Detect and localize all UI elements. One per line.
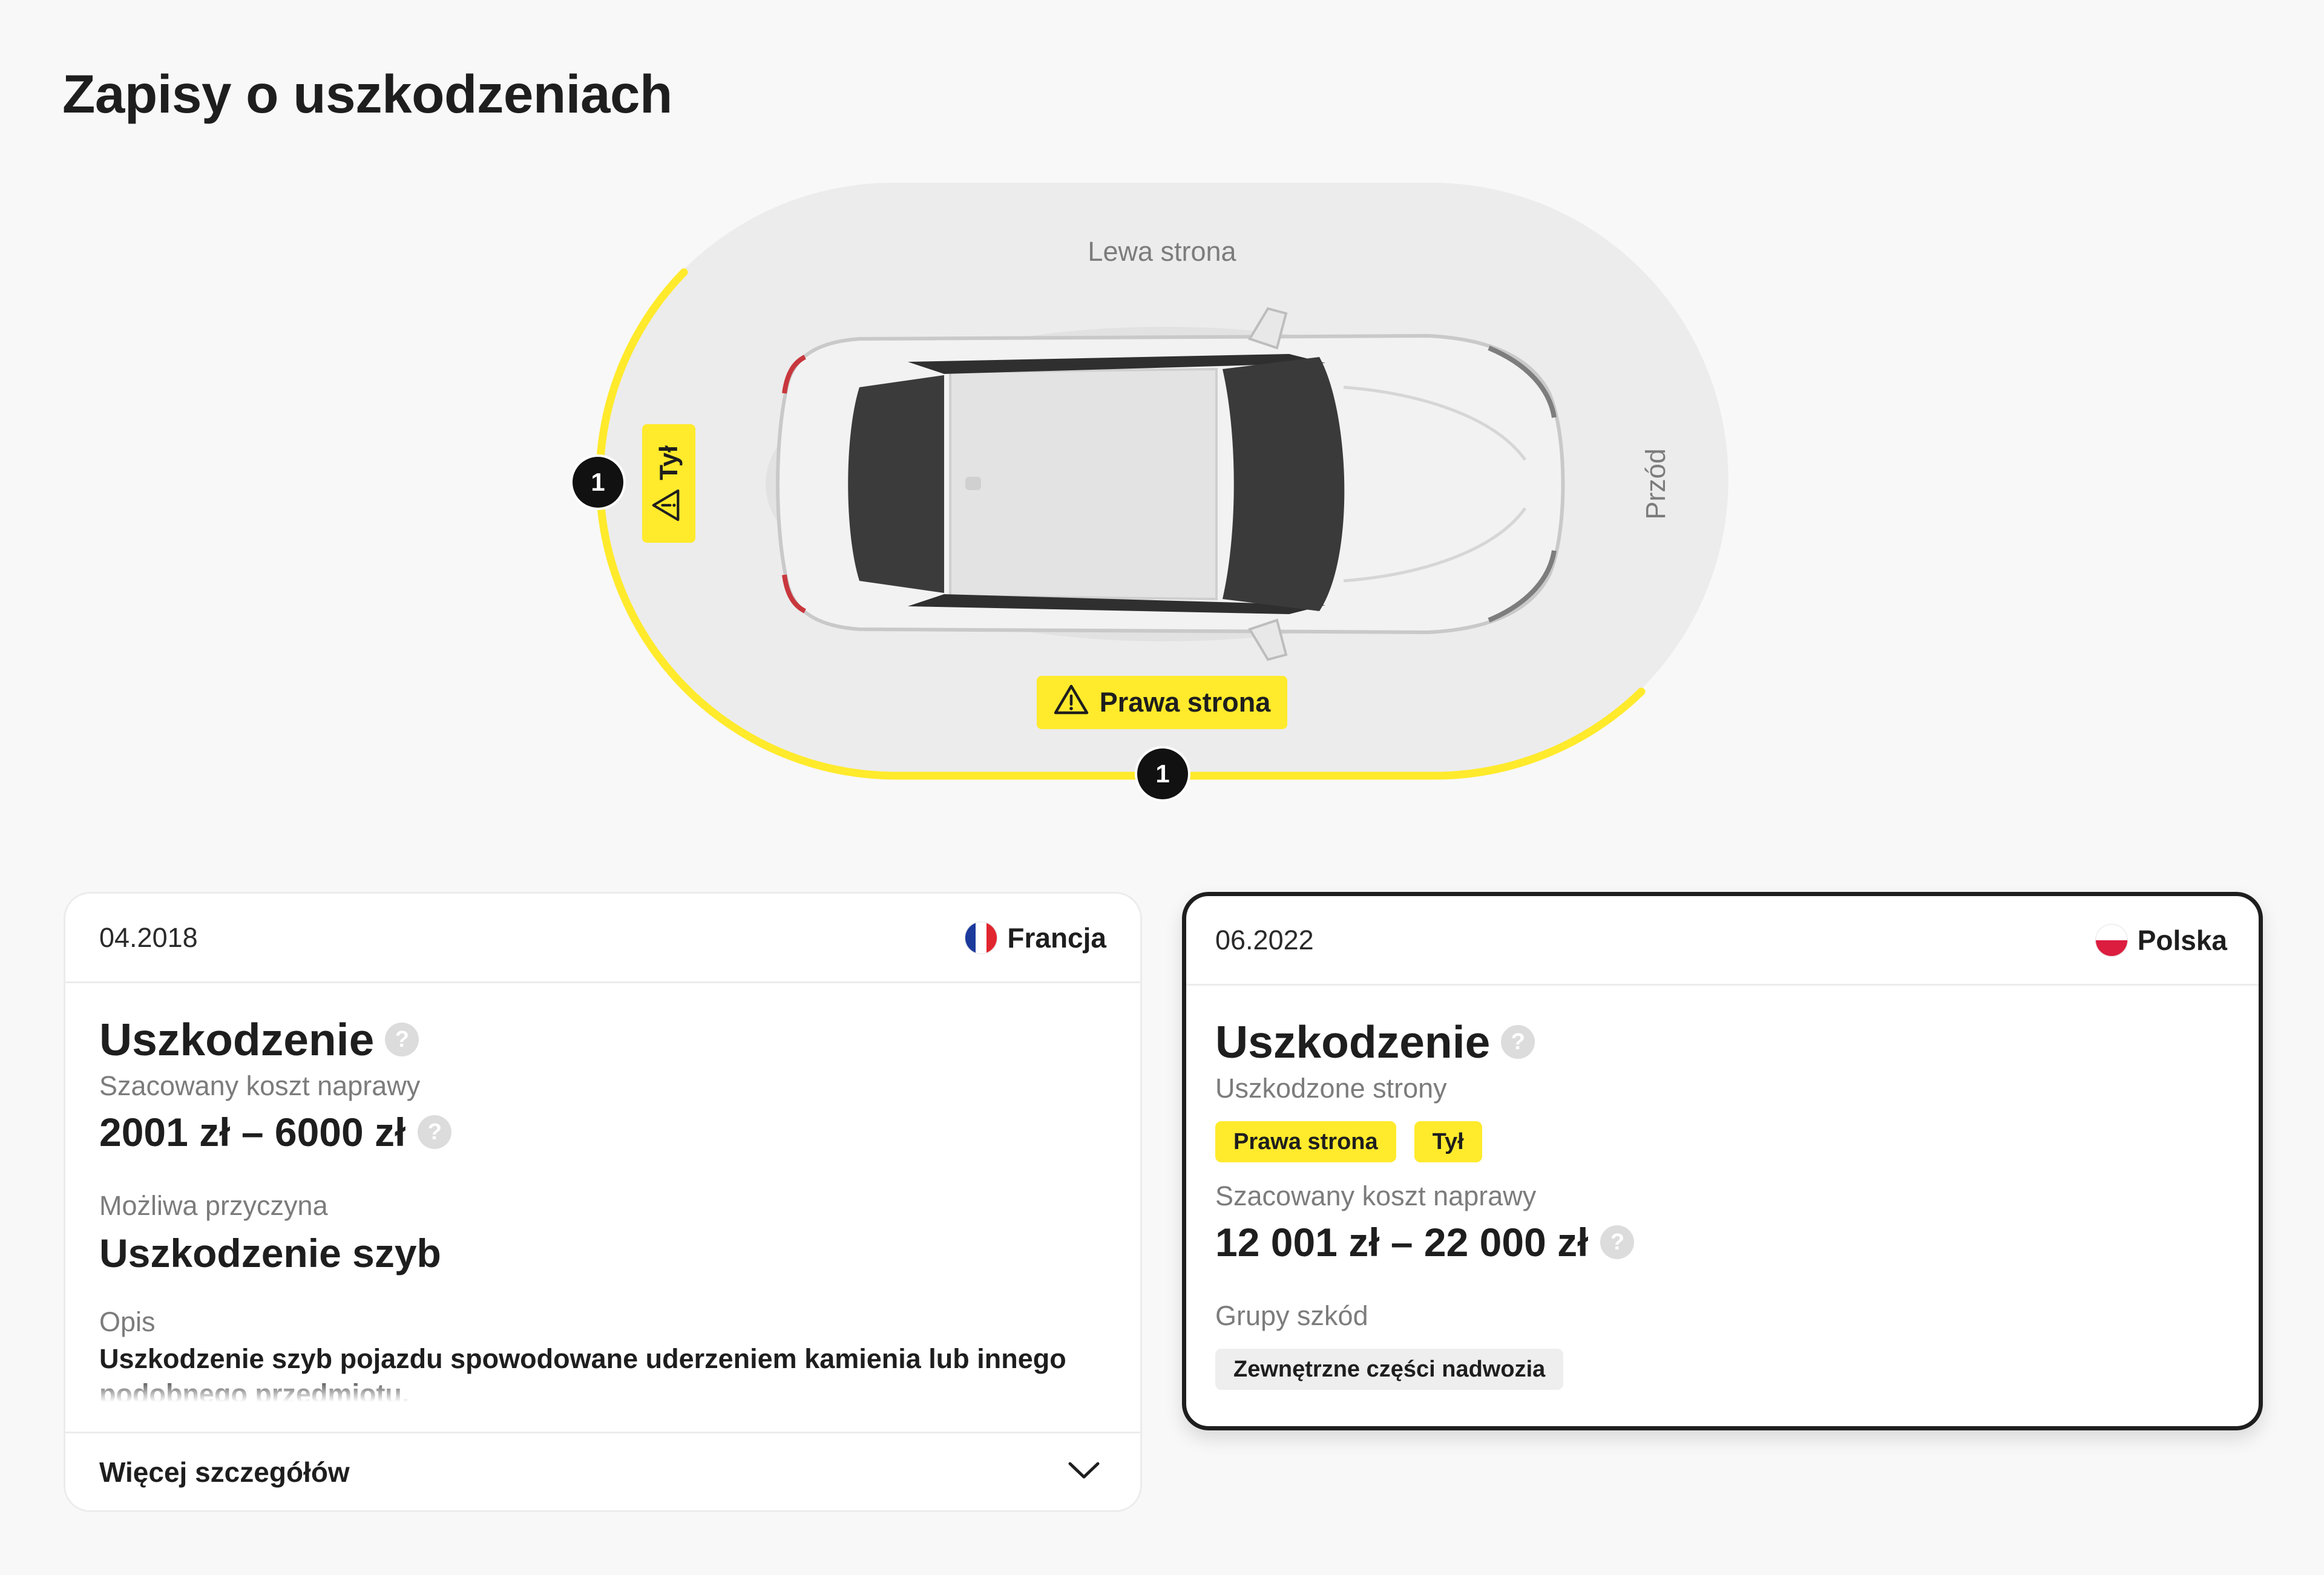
warning-icon	[651, 489, 686, 522]
damage-diagram: Lewa strona Przód Prawa strona Tył 1 1	[0, 0, 2324, 847]
help-icon[interactable]: ?	[385, 1023, 419, 1056]
card-header: 04.2018 Francja	[65, 894, 1140, 983]
flag-poland-icon	[2095, 923, 2128, 957]
description-text: Uszkodzenie szyb pojazdu spowodowane ude…	[99, 1343, 1066, 1402]
flag-france-icon	[965, 921, 998, 954]
damaged-sides-list: Prawa strona Tył	[1215, 1121, 1482, 1162]
description-label: Opis	[99, 1306, 156, 1337]
record-date: 04.2018	[99, 922, 198, 953]
right-side-damage-tag[interactable]: Prawa strona	[1037, 676, 1287, 729]
damaged-sides-label: Uszkodzone strony	[1215, 1073, 1447, 1104]
rear-damage-count-badge: 1	[570, 454, 626, 510]
country-name: Polska	[2137, 924, 2227, 956]
record-title-row: Uszkodzenie ?	[1215, 1016, 1535, 1068]
country-name: Francja	[1007, 922, 1106, 954]
cause-label: Możliwa przyczyna	[99, 1190, 328, 1221]
cost-value: 12 001 zł – 22 000 zł	[1215, 1220, 1589, 1265]
rear-damage-tag[interactable]: Tył	[642, 424, 695, 543]
record-title-row: Uszkodzenie ?	[99, 1013, 419, 1066]
record-title: Uszkodzenie	[1215, 1017, 1491, 1067]
right-side-damage-count-badge: 1	[1135, 746, 1190, 802]
record-date: 06.2022	[1215, 924, 1314, 955]
record-country: Francja	[965, 921, 1106, 954]
damage-groups-label: Grupy szkód	[1215, 1300, 1368, 1331]
cost-value-row: 2001 zł – 6000 zł ?	[99, 1109, 452, 1155]
help-icon[interactable]: ?	[1501, 1025, 1535, 1059]
help-icon[interactable]: ?	[1600, 1225, 1635, 1259]
cost-value-row: 12 001 zł – 22 000 zł ?	[1215, 1219, 1635, 1265]
record-title: Uszkodzenie	[99, 1014, 375, 1065]
cause-value: Uszkodzenie szyb	[99, 1231, 441, 1275]
more-details-label: Więcej szczegółów	[99, 1456, 350, 1488]
damage-record-card-selected[interactable]: 06.2022 Polska Uszkodzenie ? Uszkodzone …	[1182, 892, 2263, 1430]
left-side-label: Lewa strona	[1088, 236, 1236, 267]
side-chip-right: Prawa strona	[1215, 1121, 1396, 1162]
damage-group-chip: Zewnętrzne części nadwozia	[1215, 1349, 1564, 1390]
cost-label: Szacowany koszt naprawy	[1215, 1180, 1537, 1211]
right-side-tag-label: Prawa strona	[1099, 687, 1271, 718]
car-top-view	[766, 307, 1565, 661]
cost-value: 2001 zł – 6000 zł	[99, 1110, 406, 1154]
rear-tag-label: Tył	[654, 445, 683, 480]
side-chip-rear: Tył	[1414, 1121, 1482, 1162]
damage-record-card[interactable]: 04.2018 Francja Uszkodzenie ? Szacowany …	[64, 892, 1142, 1512]
record-country: Polska	[2095, 923, 2227, 957]
warning-icon	[1054, 684, 1089, 722]
help-icon[interactable]: ?	[418, 1115, 452, 1149]
more-details-toggle[interactable]: Więcej szczegółów	[65, 1432, 1140, 1510]
cost-label: Szacowany koszt naprawy	[99, 1070, 421, 1101]
chevron-down-icon	[1068, 1461, 1100, 1483]
damage-groups-list: Zewnętrzne części nadwozia	[1215, 1349, 1564, 1390]
front-label: Przód	[1640, 448, 1671, 520]
card-header: 06.2022 Polska	[1186, 896, 2259, 986]
